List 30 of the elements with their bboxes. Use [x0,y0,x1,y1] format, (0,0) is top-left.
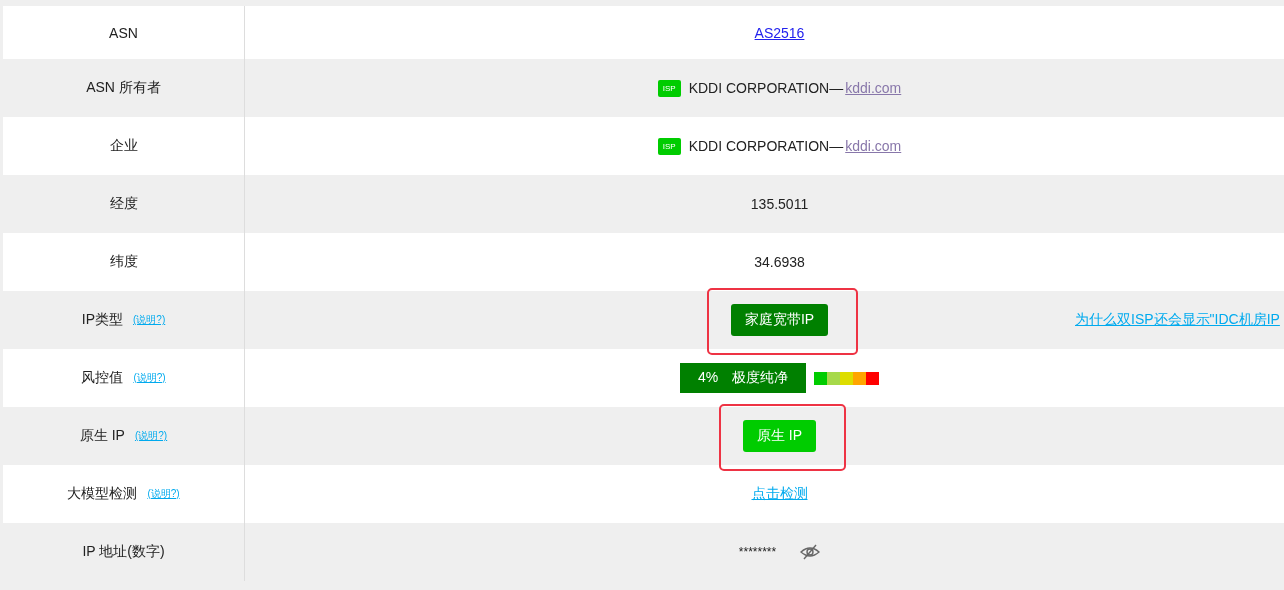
row-label: ASN [109,24,138,41]
row-label: 风控值 [81,369,124,387]
detect-link[interactable]: 点击检测 [751,485,808,503]
asn-link[interactable]: AS2516 [754,24,805,41]
help-link[interactable]: (说明?) [147,487,180,501]
row-label: 大模型检测 [67,485,138,503]
row-label: ASN 所有者 [86,79,161,97]
help-link[interactable]: (说明?) [134,429,168,443]
company-name: KDDI CORPORATION— [688,80,844,96]
value-text: 135.5011 [750,196,809,212]
row-label: 纬度 [109,253,138,271]
row-label: 企业 [109,137,138,155]
risk-score-badge: 4% 极度纯净 [679,363,807,393]
ip-type-badge: 原生 IP [742,420,817,452]
ip-type-badge: 家庭宽带IP [730,304,829,336]
domain-link[interactable]: kddi.com [845,80,902,96]
help-link[interactable]: (说明?) [133,371,166,385]
row-label: IP 地址(数字) [82,543,165,561]
isp-tag: ISP [657,79,681,97]
domain-link[interactable]: kddi.com [845,138,902,154]
row-label: 经度 [109,195,138,213]
row-label: 原生 IP [79,427,125,445]
masked-value: ******** [738,545,777,559]
row-label: IP类型 [81,311,123,329]
value-text: 34.6938 [754,254,805,270]
faq-link[interactable]: 为什么双ISP还会显示"IDC机房IP [1075,311,1280,329]
isp-tag: ISP [657,137,681,155]
company-name: KDDI CORPORATION— [688,138,844,154]
help-link[interactable]: (说明?) [133,313,166,327]
eye-slash-icon[interactable] [800,544,821,560]
